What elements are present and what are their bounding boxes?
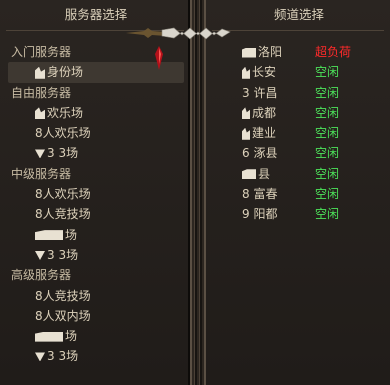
server-label: 3 3场 <box>47 349 79 364</box>
channel-name-text: 6 涿县 <box>242 146 278 161</box>
server-label: 身份场 <box>47 65 84 80</box>
channel-status: 空闲 <box>315 166 340 181</box>
red-gem-icon <box>155 46 163 70</box>
channel-name-text: 8 富春 <box>242 187 278 202</box>
channel-name-text: 3 许昌 <box>242 85 278 100</box>
triangle-icon <box>35 149 45 159</box>
server-category: 中级服务器 <box>0 164 192 184</box>
triangle-icon <box>35 352 45 362</box>
server-item[interactable]: 场 <box>0 225 192 245</box>
title-divider <box>212 30 384 31</box>
server-category: 高级服务器 <box>0 265 192 285</box>
server-list: 入门服务器 身份场 自由服务器 欢乐场 8人欢乐场 3 3场 中级服务器 8人欢乐场 8人竞技场… <box>0 42 192 367</box>
server-label: 8人竞技场 <box>35 207 91 222</box>
channel-name-text: 长安 <box>252 65 277 80</box>
server-label: 场 <box>65 227 78 242</box>
server-label: 自由服务器 <box>11 85 72 100</box>
channel-name-text: 县 <box>258 166 271 181</box>
channel-name-text: 成都 <box>252 105 277 120</box>
channel-status: 空闲 <box>315 187 340 202</box>
triangle-icon <box>35 250 45 260</box>
sword-ornament-icon <box>126 27 231 40</box>
channel-select-panel: 频道选择 洛阳 超负荷 长安 空闲 3 许昌 空闲 成都 空闲 建业 空闲 6 涿县 空闲县空闲 8 富… <box>204 0 390 385</box>
channel-row[interactable]: 县 空闲 <box>206 164 390 184</box>
server-item[interactable]: 8人欢乐场 <box>0 123 192 143</box>
channel-row[interactable]: 9 阳都 空闲 <box>206 204 390 224</box>
server-label: 中级服务器 <box>11 166 72 181</box>
channel-name: 8 富春 <box>242 184 277 204</box>
channel-row[interactable]: 长安 空闲 <box>206 62 390 82</box>
channel-row[interactable]: 洛阳 超负荷 <box>206 42 390 62</box>
figure-icon <box>35 66 45 79</box>
channel-name: 成都 <box>242 103 276 123</box>
channel-status: 超负荷 <box>315 45 352 59</box>
server-label: 3 3场 <box>47 247 79 262</box>
server-label: 场 <box>65 329 78 344</box>
channel-name: 9 阳都 <box>242 204 277 224</box>
channel-name-text: 建业 <box>252 126 277 141</box>
figure-icon <box>242 127 250 140</box>
channel-status: 空闲 <box>315 85 340 100</box>
server-item[interactable]: 3 3场 <box>0 143 192 163</box>
server-label: 高级服务器 <box>11 268 72 283</box>
channel-row[interactable]: 成都 空闲 <box>206 103 390 123</box>
figure-icon <box>242 66 250 79</box>
channel-status: 空闲 <box>315 207 340 222</box>
channel-name: 建业 <box>242 123 276 143</box>
server-label: 8人竞技场 <box>35 288 91 303</box>
server-label: 8人欢乐场 <box>35 126 91 141</box>
channel-row[interactable]: 建业 空闲 <box>206 123 390 143</box>
channel-name-text: 9 阳都 <box>242 207 278 222</box>
server-label: 3 3场 <box>47 146 79 161</box>
server-item[interactable]: 8人欢乐场 <box>0 184 192 204</box>
server-item[interactable]: 3 3场 <box>0 346 192 366</box>
box-icon <box>35 230 63 241</box>
channel-status: 空闲 <box>315 146 340 161</box>
server-item[interactable]: 8人竞技场 <box>0 286 192 306</box>
channel-status: 空闲 <box>315 65 340 80</box>
server-label: 8人双内场 <box>35 308 91 323</box>
channel-name: 6 涿县 <box>242 143 277 163</box>
box-icon <box>35 331 63 342</box>
server-item[interactable]: 3 3场 <box>0 245 192 265</box>
server-category: 自由服务器 <box>0 83 192 103</box>
channel-name: 长安 <box>242 62 276 82</box>
channel-row[interactable]: 6 涿县 空闲 <box>206 143 390 163</box>
box-icon <box>242 47 256 58</box>
panel-divider <box>192 0 204 385</box>
server-item[interactable]: 场 <box>0 326 192 346</box>
server-item[interactable]: 欢乐场 <box>0 103 192 123</box>
channel-name: 3 许昌 <box>242 83 277 103</box>
server-label: 入门服务器 <box>11 45 72 59</box>
figure-icon <box>242 107 250 120</box>
channel-name: 洛阳 <box>242 42 282 62</box>
channel-row[interactable]: 8 富春 空闲 <box>206 184 390 204</box>
channel-name-text: 洛阳 <box>258 45 283 59</box>
channel-list: 洛阳 超负荷 长安 空闲 3 许昌 空闲 成都 空闲 建业 空闲 6 涿县 空闲县空闲 8 富春 空闲 9 … <box>206 42 390 225</box>
server-item[interactable]: 8人竞技场 <box>0 204 192 224</box>
channel-panel-title: 频道选择 <box>273 7 324 22</box>
server-label: 8人欢乐场 <box>35 187 91 202</box>
box-icon <box>242 169 256 180</box>
server-label: 欢乐场 <box>47 105 84 120</box>
channel-name: 县 <box>242 164 270 184</box>
figure-icon <box>35 107 45 120</box>
server-item[interactable]: 8人双内场 <box>0 306 192 326</box>
channel-row[interactable]: 3 许昌 空闲 <box>206 83 390 103</box>
channel-status: 空闲 <box>315 105 340 120</box>
channel-status: 空闲 <box>315 126 340 141</box>
